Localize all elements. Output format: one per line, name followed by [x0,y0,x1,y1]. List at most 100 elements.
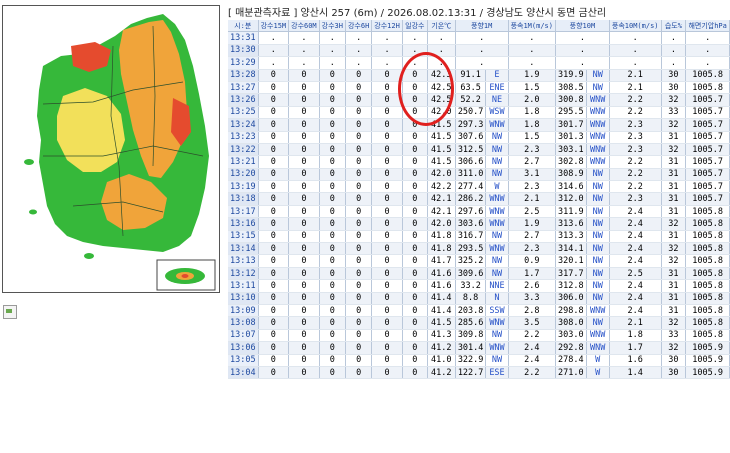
table-row: 13:19 0 0 0 0 0 0 42.2 277.4 W 2.3 314.6 NW 2.2 31 1005… [228,180,730,194]
table-cell: 31 [661,230,687,244]
table-cell: 314.6 [555,180,587,194]
col-wdir-1m: 풍향1M [455,20,509,33]
table-cell: 0 [288,118,320,132]
table-row: 13:16 0 0 0 0 0 0 42.0 303.6 WNW 1.9 313.6 NW 2.4 32 10… [228,217,730,231]
table-cell: 0 [288,93,320,107]
table-cell: 41.6 [427,267,456,281]
row-time: 13:07 [228,329,259,343]
table-row: 13:08 0 0 0 0 0 0 41.5 285.6 WNW 3.5 308.0 NW 2.1 32 10… [228,316,730,330]
table-cell: 0 [345,304,373,318]
table-cell: 1005.7 [685,131,730,144]
table-cell: 0 [402,180,428,194]
table-cell: 295.5 [555,106,587,120]
table-cell: 0 [371,106,403,120]
table-cell: 0 [402,217,428,231]
table-cell: 0 [288,316,320,330]
table-cell: NW [485,254,509,268]
table-cell: 30 [661,354,687,367]
table-cell: 31 [661,131,687,144]
table-cell: 0 [402,230,428,244]
table-cell: NW [586,217,610,231]
table-cell: WNW [586,131,610,144]
table-cell: 31 [661,155,687,169]
row-time: 13:26 [228,93,259,107]
table-cell: 0 [402,341,428,355]
table-cell: N [485,292,509,306]
table-cell: 0 [258,168,290,182]
row-time: 13:09 [228,304,259,318]
table-cell: . [258,56,290,70]
table-cell: 31 [661,180,687,194]
table-cell: . [555,56,610,70]
table-cell: 301.4 [455,341,487,355]
row-time: 13:21 [228,155,259,169]
row-time: 13:14 [228,242,259,256]
table-cell: 0 [288,329,320,343]
col-rain-6h: 강수6H [345,20,373,33]
table-cell: 1005.7 [685,168,730,182]
table-cell: SSW [485,304,509,318]
col-temp: 기온℃ [427,20,456,33]
table-cell: 0 [258,279,290,293]
table-cell: 1005.7 [685,180,730,194]
table-cell: 0 [402,316,428,330]
table-cell: 0 [345,354,373,367]
table-cell: . [455,31,509,45]
table-cell: 2.1 [609,316,662,330]
table-cell: 2.4 [609,304,662,318]
table-cell: 0 [402,242,428,256]
table-cell: WNW [586,143,610,157]
table-cell: 30 [661,366,687,380]
table-cell: 2.4 [609,217,662,231]
table-cell: 300.8 [555,93,587,107]
table-cell: 1.9 [508,69,556,82]
table-cell: 1005.8 [685,254,730,268]
row-time: 13:27 [228,81,259,95]
table-cell: NW [485,267,509,281]
broken-image-icon [3,305,17,319]
page-header: [ 매분관측자료 ] 양산시 257 (6m) / 2026.08.02.13:… [228,8,607,19]
table-cell: 0 [258,155,290,169]
table-cell: 0 [371,143,403,157]
col-rain-15m: 강수15M [258,20,290,33]
table-cell: 307.6 [455,131,487,144]
table-cell: 41.5 [427,131,456,144]
table-cell: 0 [319,354,346,367]
table-cell: 1.8 [508,118,556,132]
table-cell: 0 [319,143,346,157]
table-cell: 32 [661,341,687,355]
table-cell: 297.6 [455,205,487,219]
table-cell: 1.8 [609,329,662,343]
table-cell: 0 [258,366,290,380]
table-cell: WNW [586,93,610,107]
table-cell: 32 [661,242,687,256]
table-cell: 0 [402,254,428,268]
table-cell: 2.4 [609,254,662,268]
table-cell: . [371,31,403,45]
table-cell: 292.8 [555,341,587,355]
table-cell: NW [485,329,509,343]
table-cell: 0 [402,304,428,318]
table-cell: 1005.9 [685,354,730,367]
table-cell: 285.6 [455,316,487,330]
table-cell: WNW [485,192,509,206]
table-cell: 293.5 [455,242,487,256]
table-cell: . [288,56,320,70]
table-cell: 0 [371,168,403,182]
table-cell: 1005.7 [685,155,730,169]
table-cell: 0 [345,168,373,182]
table-cell: 2.0 [508,93,556,107]
table-cell: WSW [485,106,509,120]
table-cell: . [288,31,320,45]
table-cell: 0 [319,93,346,107]
table-body: 13:31............. 13:30............. 13:2… [228,31,730,380]
table-cell: 1005.8 [685,292,730,306]
table-cell: 0 [288,267,320,281]
table-cell: 31 [661,192,687,206]
table-cell: 0 [258,292,290,306]
southwest-island [29,209,37,215]
table-cell: WNW [586,155,610,169]
table-cell: 0 [371,267,403,281]
table-cell: 0 [288,304,320,318]
table-cell: 0 [371,192,403,206]
